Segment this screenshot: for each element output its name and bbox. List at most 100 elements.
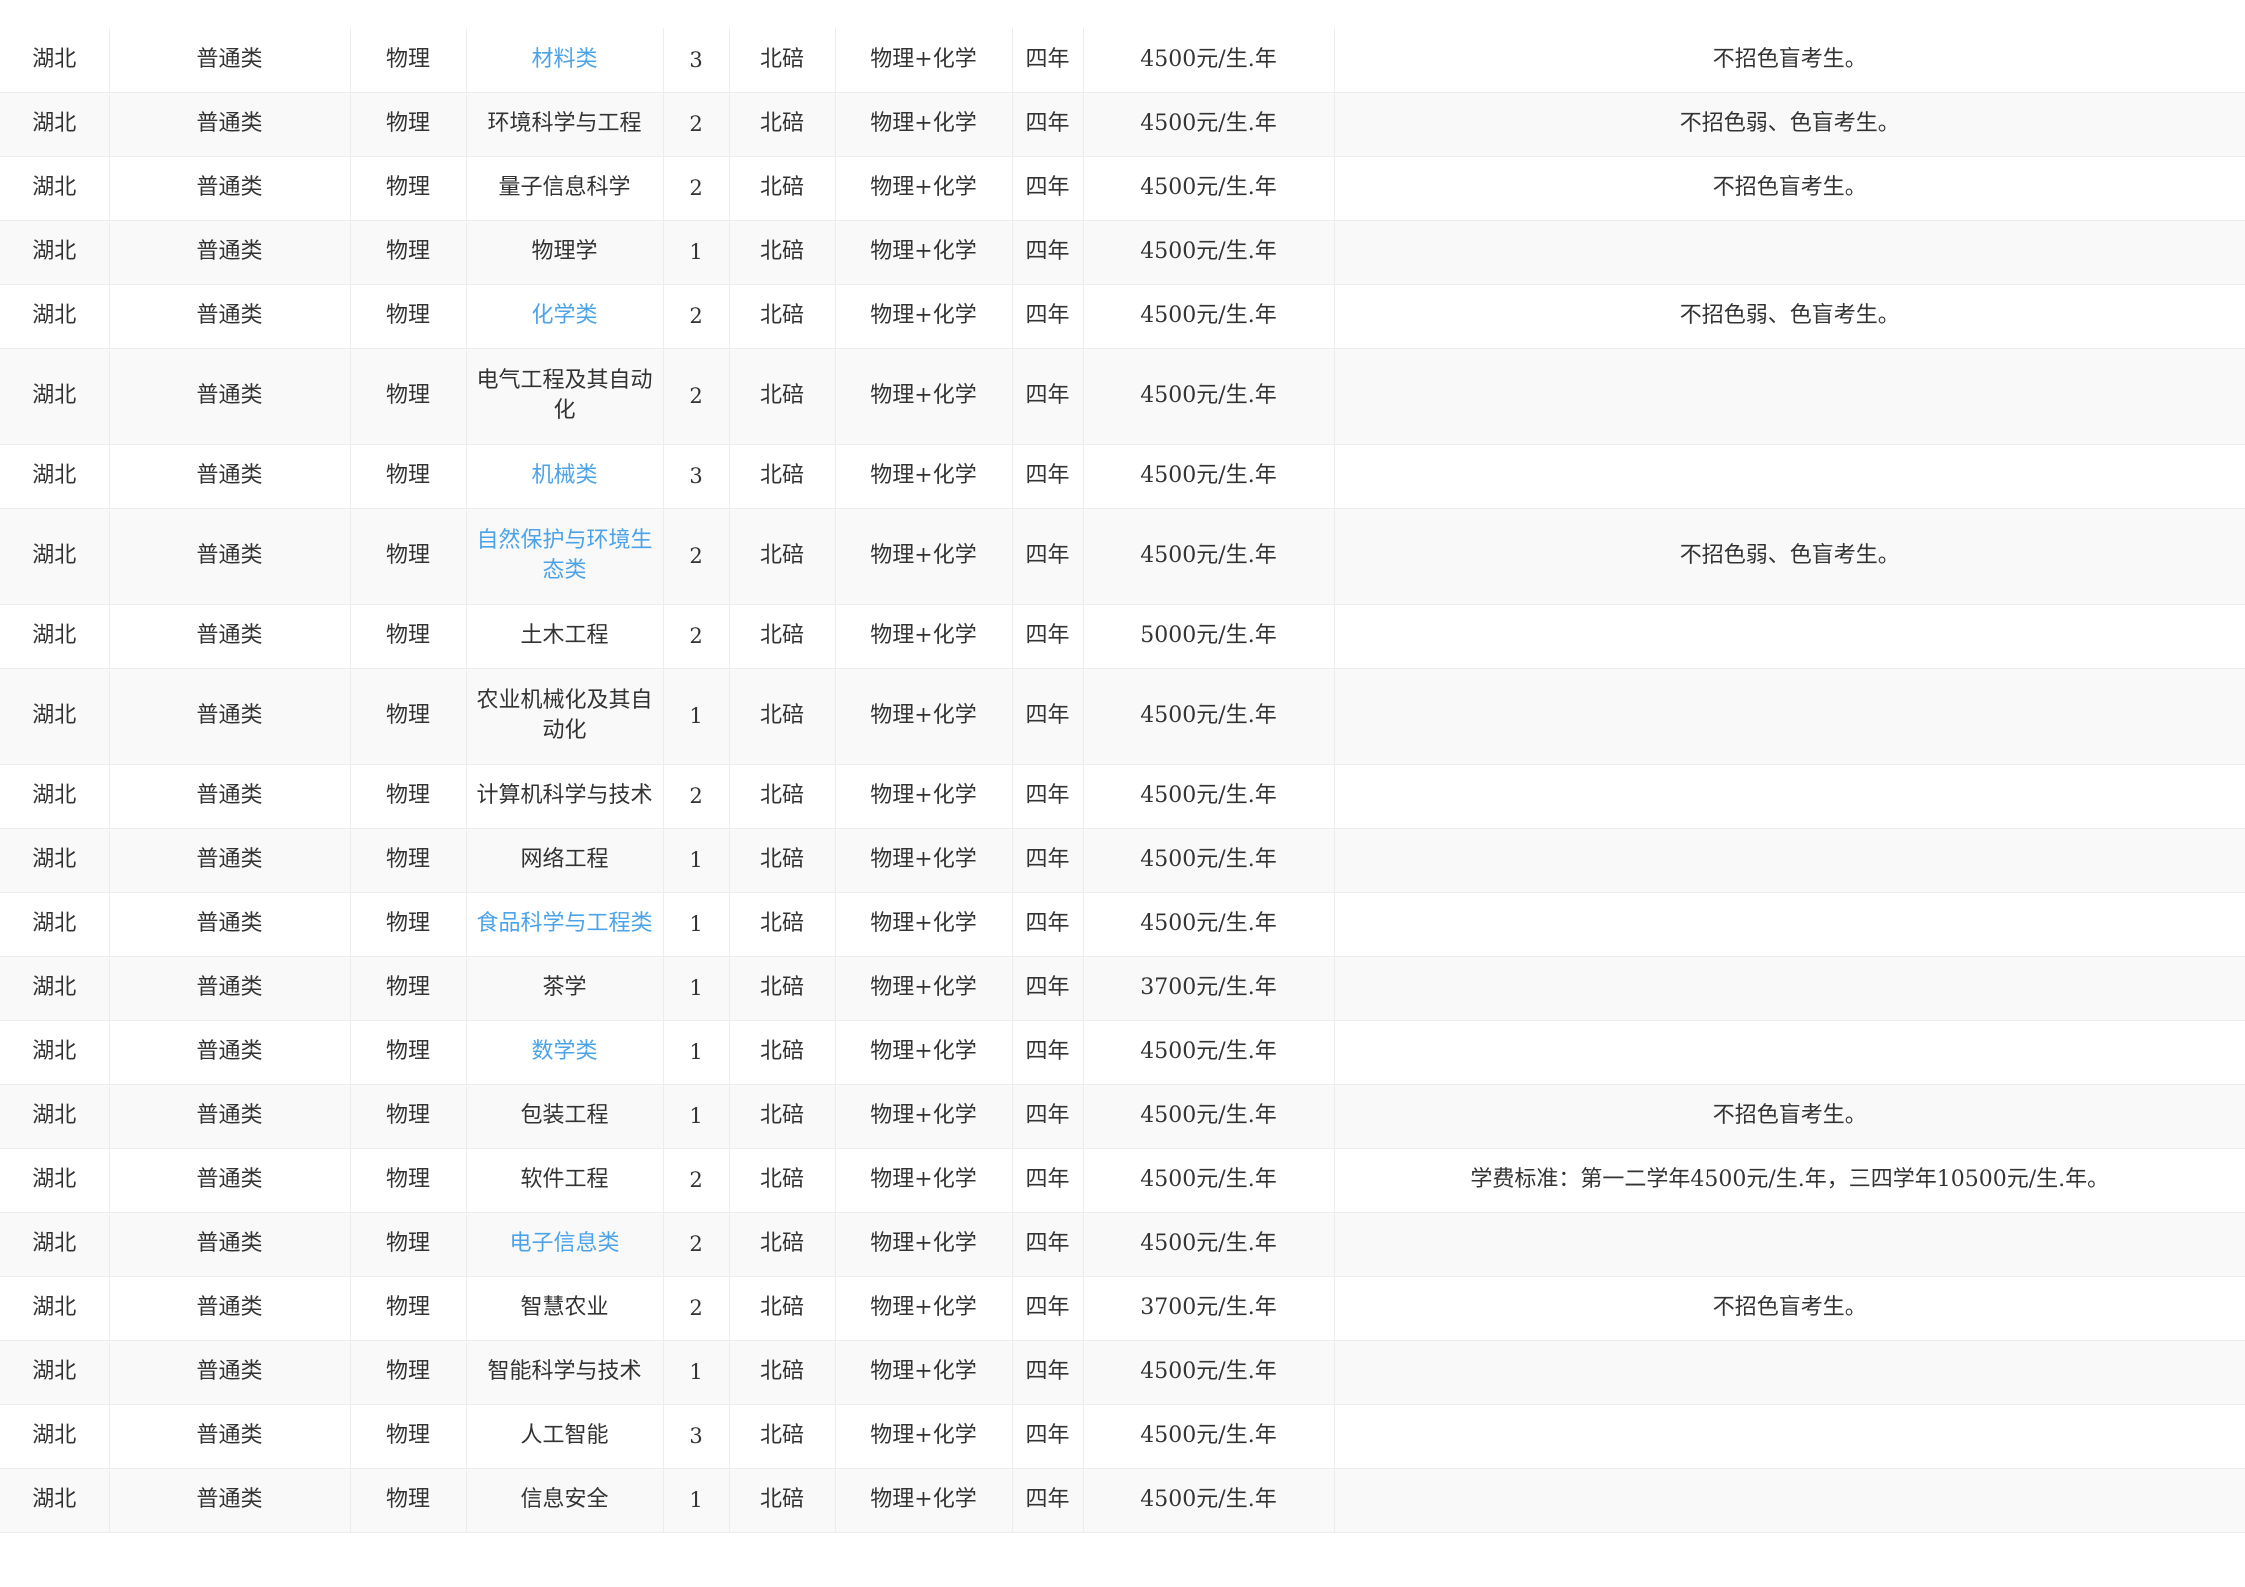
tuition-cell: 4500元/生.年 <box>1083 1468 1335 1533</box>
note-cell <box>1334 1340 2245 1405</box>
batch-cell: 普通类 <box>109 1340 351 1405</box>
province-cell: 湖北 <box>0 604 110 669</box>
note-cell: 不招色弱、色盲考生。 <box>1334 92 2245 157</box>
note-cell: 不招色弱、色盲考生。 <box>1334 284 2245 349</box>
province-cell: 湖北 <box>0 1148 110 1213</box>
plan-count-cell: 1 <box>663 956 730 1021</box>
campus-cell: 北碚 <box>729 508 836 605</box>
batch-cell: 普通类 <box>109 92 351 157</box>
table-row: 湖北 普通类 物理 智慧农业 2 北碚 物理+化学 四年 3700元/生.年 不招色盲考生。 <box>0 1276 2245 1341</box>
campus-cell: 北碚 <box>729 668 836 765</box>
subject-cell: 物理 <box>350 1212 467 1277</box>
campus-cell: 北碚 <box>729 764 836 829</box>
table-row: 湖北 普通类 物理 软件工程 2 北碚 物理+化学 四年 4500元/生.年 学费标准：第一二学年… <box>0 1148 2245 1213</box>
subject-requirement-cell: 物理+化学 <box>835 892 1013 957</box>
subject-requirement-cell: 物理+化学 <box>835 220 1013 285</box>
duration-cell: 四年 <box>1012 668 1084 765</box>
subject-requirement-cell: 物理+化学 <box>835 1276 1013 1341</box>
subject-cell: 物理 <box>350 764 467 829</box>
subject-cell: 物理 <box>350 668 467 765</box>
subject-cell: 物理 <box>350 92 467 157</box>
campus-cell: 北碚 <box>729 1020 836 1085</box>
note-cell <box>1334 1404 2245 1469</box>
major-link[interactable]: 化学类 <box>466 284 664 349</box>
plan-count-cell: 2 <box>663 92 730 157</box>
major-link[interactable]: 数学类 <box>466 1020 664 1085</box>
major-link[interactable]: 机械类 <box>466 444 664 509</box>
province-cell: 湖北 <box>0 1404 110 1469</box>
campus-cell: 北碚 <box>729 1212 836 1277</box>
province-cell: 湖北 <box>0 668 110 765</box>
province-cell: 湖北 <box>0 892 110 957</box>
note-cell <box>1334 956 2245 1021</box>
note-cell <box>1334 668 2245 765</box>
tuition-cell: 4500元/生.年 <box>1083 92 1335 157</box>
subject-cell: 物理 <box>350 1404 467 1469</box>
subject-cell: 物理 <box>350 1276 467 1341</box>
campus-cell: 北碚 <box>729 828 836 893</box>
duration-cell: 四年 <box>1012 1276 1084 1341</box>
major-link[interactable]: 电子信息类 <box>466 1212 664 1277</box>
batch-cell: 普通类 <box>109 28 351 93</box>
subject-requirement-cell: 物理+化学 <box>835 444 1013 509</box>
note-cell <box>1334 1212 2245 1277</box>
note-cell: 不招色弱、色盲考生。 <box>1334 508 2245 605</box>
campus-cell: 北碚 <box>729 1404 836 1469</box>
duration-cell: 四年 <box>1012 156 1084 221</box>
duration-cell: 四年 <box>1012 1404 1084 1469</box>
tuition-cell: 4500元/生.年 <box>1083 892 1335 957</box>
campus-cell: 北碚 <box>729 92 836 157</box>
plan-count-cell: 2 <box>663 764 730 829</box>
duration-cell: 四年 <box>1012 1340 1084 1405</box>
note-cell: 不招色盲考生。 <box>1334 28 2245 93</box>
table-row: 湖北 普通类 物理 电子信息类 2 北碚 物理+化学 四年 4500元/生.年 <box>0 1212 2245 1277</box>
duration-cell: 四年 <box>1012 1468 1084 1533</box>
campus-cell: 北碚 <box>729 284 836 349</box>
duration-cell: 四年 <box>1012 956 1084 1021</box>
plan-count-cell: 2 <box>663 604 730 669</box>
province-cell: 湖北 <box>0 92 110 157</box>
major-link[interactable]: 食品科学与工程类 <box>466 892 664 957</box>
major-cell: 物理学 <box>466 220 664 285</box>
major-cell: 信息安全 <box>466 1468 664 1533</box>
duration-cell: 四年 <box>1012 348 1084 445</box>
plan-count-cell: 3 <box>663 1404 730 1469</box>
campus-cell: 北碚 <box>729 220 836 285</box>
table-row: 湖北 普通类 物理 电气工程及其自动化 2 北碚 物理+化学 四年 4500元/生.年 <box>0 348 2245 445</box>
province-cell: 湖北 <box>0 1276 110 1341</box>
table-row: 湖北 普通类 物理 化学类 2 北碚 物理+化学 四年 4500元/生.年 不招色弱、色盲考生。 <box>0 284 2245 349</box>
campus-cell: 北碚 <box>729 348 836 445</box>
campus-cell: 北碚 <box>729 1276 836 1341</box>
tuition-cell: 4500元/生.年 <box>1083 1404 1335 1469</box>
table-row: 湖北 普通类 物理 智能科学与技术 1 北碚 物理+化学 四年 4500元/生.年 <box>0 1340 2245 1405</box>
subject-requirement-cell: 物理+化学 <box>835 348 1013 445</box>
province-cell: 湖北 <box>0 1020 110 1085</box>
table-row: 湖北 普通类 物理 量子信息科学 2 北碚 物理+化学 四年 4500元/生.年 不招色盲考生。 <box>0 156 2245 221</box>
province-cell: 湖北 <box>0 220 110 285</box>
batch-cell: 普通类 <box>109 1212 351 1277</box>
major-cell: 包装工程 <box>466 1084 664 1149</box>
table-row: 湖北 普通类 物理 信息安全 1 北碚 物理+化学 四年 4500元/生.年 <box>0 1468 2245 1533</box>
subject-cell: 物理 <box>350 1468 467 1533</box>
table-row: 湖北 普通类 物理 网络工程 1 北碚 物理+化学 四年 4500元/生.年 <box>0 828 2245 893</box>
major-cell: 人工智能 <box>466 1404 664 1469</box>
note-cell <box>1334 764 2245 829</box>
tuition-cell: 4500元/生.年 <box>1083 156 1335 221</box>
batch-cell: 普通类 <box>109 1084 351 1149</box>
subject-requirement-cell: 物理+化学 <box>835 1084 1013 1149</box>
province-cell: 湖北 <box>0 1340 110 1405</box>
batch-cell: 普通类 <box>109 156 351 221</box>
campus-cell: 北碚 <box>729 1468 836 1533</box>
plan-count-cell: 2 <box>663 1212 730 1277</box>
subject-requirement-cell: 物理+化学 <box>835 1212 1013 1277</box>
tuition-cell: 4500元/生.年 <box>1083 828 1335 893</box>
subject-requirement-cell: 物理+化学 <box>835 1020 1013 1085</box>
tuition-cell: 4500元/生.年 <box>1083 28 1335 93</box>
note-cell: 不招色盲考生。 <box>1334 1276 2245 1341</box>
major-link[interactable]: 自然保护与环境生态类 <box>466 508 664 605</box>
tuition-cell: 5000元/生.年 <box>1083 604 1335 669</box>
major-cell: 网络工程 <box>466 828 664 893</box>
major-link[interactable]: 材料类 <box>466 28 664 93</box>
tuition-cell: 4500元/生.年 <box>1083 444 1335 509</box>
campus-cell: 北碚 <box>729 28 836 93</box>
